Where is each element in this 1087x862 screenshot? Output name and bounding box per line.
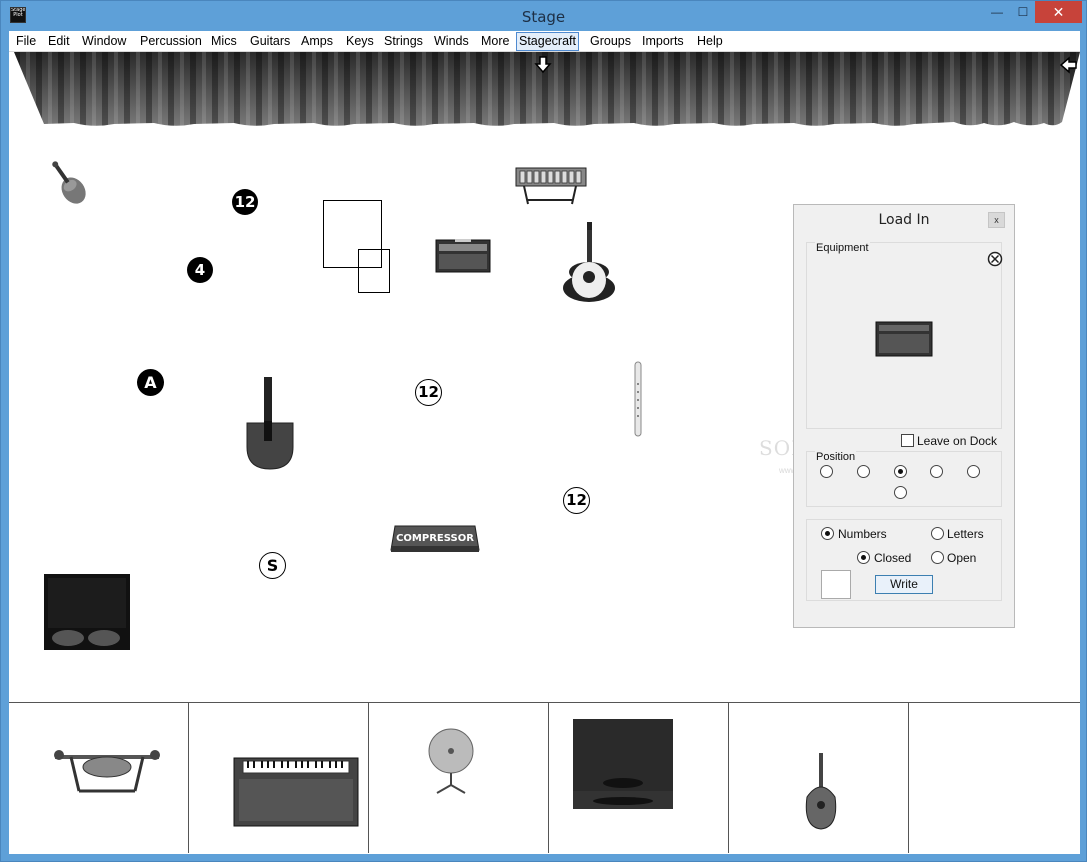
arrow-left-icon[interactable] — [1059, 56, 1077, 74]
dock-slot[interactable] — [549, 703, 729, 853]
dock-slot[interactable] — [9, 703, 189, 853]
minimize-button[interactable]: — — [983, 1, 1011, 23]
position-radio[interactable] — [857, 465, 870, 478]
open-label: Open — [947, 551, 977, 565]
menu-mics[interactable]: Mics — [209, 33, 239, 51]
menu-keys[interactable]: Keys — [344, 33, 376, 51]
menu-groups[interactable]: Groups — [588, 33, 633, 51]
menu-guitars[interactable]: Guitars — [248, 33, 292, 51]
load-in-panel: Load In x Equipment Leave on Dock Positi… — [793, 204, 1015, 628]
dock-slot[interactable] — [729, 703, 909, 853]
title-bar[interactable]: Stage Plot Stage — ☐ ✕ — [1, 1, 1086, 31]
clear-icon[interactable] — [987, 251, 1003, 267]
menu-stagecraft[interactable]: Stagecraft — [516, 32, 579, 51]
mandolin-item[interactable] — [801, 751, 841, 831]
position-radio[interactable] — [967, 465, 980, 478]
window-title: Stage — [521, 8, 566, 26]
menu-winds[interactable]: Winds — [432, 33, 471, 51]
equipment-dock — [9, 702, 1080, 854]
position-radio[interactable] — [894, 486, 907, 499]
label-marker[interactable]: S — [259, 552, 286, 579]
compressor-label: COMPRESSOR — [396, 533, 474, 544]
menu-strings[interactable]: Strings — [382, 33, 425, 51]
label-options-group: Numbers Letters Closed Open Write — [806, 519, 1002, 601]
cymbal-rack-item[interactable] — [51, 741, 163, 797]
violin-item[interactable] — [41, 156, 97, 212]
keyboard-amp-item[interactable] — [233, 757, 359, 827]
xylophone-item[interactable] — [514, 164, 588, 206]
equipment-label: Equipment — [815, 242, 870, 254]
speaker-cabinet-item[interactable] — [42, 572, 132, 652]
arrow-down-icon[interactable] — [534, 56, 552, 74]
label-marker[interactable]: A — [137, 369, 164, 396]
letters-label: Letters — [947, 527, 984, 541]
label-marker[interactable]: 12 — [563, 487, 590, 514]
menu-amps[interactable]: Amps — [299, 33, 335, 51]
position-radio[interactable] — [930, 465, 943, 478]
label-marker[interactable]: 12 — [415, 379, 442, 406]
maximize-button[interactable]: ☐ — [1009, 1, 1037, 23]
closed-label: Closed — [874, 551, 912, 565]
amp-item[interactable] — [435, 238, 491, 274]
equipment-group: Equipment — [806, 242, 1003, 429]
numbers-label: Numbers — [838, 527, 887, 541]
cymbal-stand-item[interactable] — [425, 727, 477, 795]
marker-preview-swatch[interactable] — [821, 570, 851, 599]
menu-file[interactable]: File — [14, 33, 38, 51]
app-window: Stage Plot Stage — ☐ ✕ File Edit Window … — [0, 0, 1087, 862]
menu-window[interactable]: Window — [80, 33, 128, 51]
leave-on-dock-checkbox[interactable] — [901, 434, 914, 447]
position-label: Position — [815, 451, 857, 463]
panel-title: Load In — [878, 212, 930, 228]
letters-radio[interactable] — [931, 527, 944, 540]
write-button[interactable]: Write — [875, 575, 933, 594]
menu-imports[interactable]: Imports — [640, 33, 686, 51]
position-radio[interactable] — [820, 465, 833, 478]
dock-slot[interactable] — [369, 703, 549, 853]
closed-radio[interactable] — [857, 551, 870, 564]
label-marker[interactable]: 12 — [232, 189, 258, 215]
menu-percussion[interactable]: Percussion — [138, 33, 204, 51]
bass-cabinet-item[interactable] — [571, 717, 675, 811]
position-group: Position — [806, 451, 1002, 507]
menu-bar: File Edit Window Percussion Mics Guitars… — [9, 31, 1080, 52]
open-radio[interactable] — [931, 551, 944, 564]
paddle-item[interactable] — [245, 377, 295, 471]
numbers-radio[interactable] — [821, 527, 834, 540]
dock-slot[interactable] — [189, 703, 369, 853]
menu-edit[interactable]: Edit — [46, 33, 72, 51]
compressor-item[interactable]: COMPRESSOR — [389, 524, 481, 554]
menu-help[interactable]: Help — [695, 33, 725, 51]
position-radio[interactable] — [894, 465, 907, 478]
riser-rectangle[interactable] — [358, 249, 390, 293]
panel-close-button[interactable]: x — [988, 212, 1005, 228]
acoustic-guitar-item[interactable] — [561, 222, 617, 304]
menu-more[interactable]: More — [479, 33, 511, 51]
selected-equipment-preview — [875, 321, 933, 357]
label-marker[interactable]: 4 — [187, 257, 213, 283]
leave-on-dock-label: Leave on Dock — [917, 434, 998, 448]
dock-slot-empty[interactable] — [909, 703, 1087, 853]
recorder-item[interactable] — [631, 360, 645, 438]
close-button[interactable]: ✕ — [1035, 1, 1082, 23]
